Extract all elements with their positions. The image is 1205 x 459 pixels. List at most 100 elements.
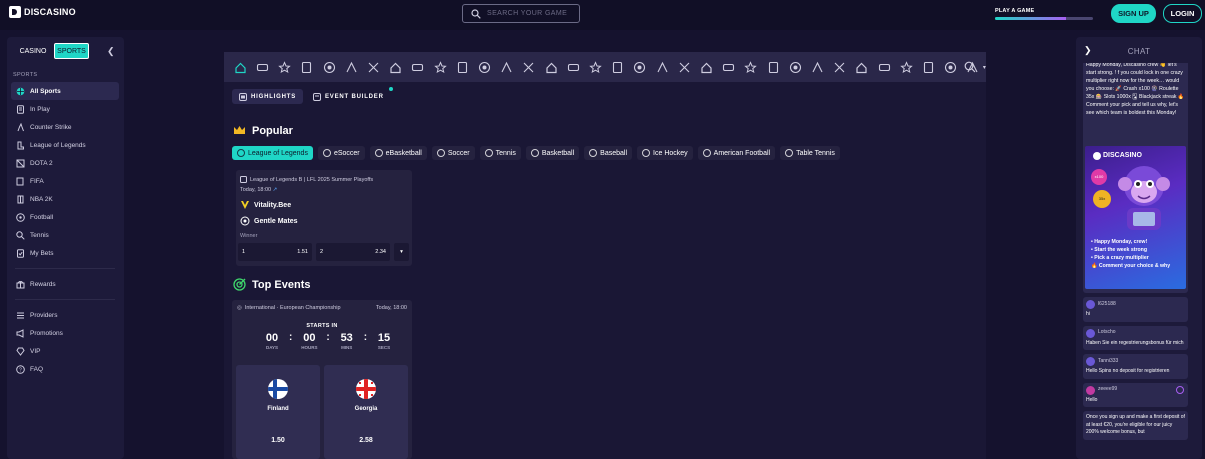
lol-icon[interactable]	[366, 60, 381, 75]
odd-button[interactable]: 2 2.34	[316, 243, 390, 261]
soldier-icon[interactable]	[344, 60, 359, 75]
boxing-icon[interactable]	[677, 60, 692, 75]
dota-icon[interactable]	[388, 60, 403, 75]
futsal-icon[interactable]	[921, 60, 936, 75]
sidebar-item-league-of-legends[interactable]: League of Legends	[11, 136, 119, 154]
search-bar[interactable]	[462, 4, 580, 23]
chip-tennis[interactable]: Tennis	[479, 146, 521, 160]
team1-odd-button[interactable]: Finland 1.50	[236, 365, 320, 459]
chevron-left-icon[interactable]: ❮	[107, 46, 115, 57]
play-game-progress[interactable]: PLAY A GAME	[995, 8, 1093, 20]
avatar[interactable]	[1086, 357, 1095, 366]
tab-highlights[interactable]: HIGHLIGHTS	[232, 89, 303, 104]
football-icon[interactable]	[455, 60, 470, 75]
sidebar-item-all-sports[interactable]: All Sports	[11, 82, 119, 100]
chip-table-tennis[interactable]: Table Tennis	[780, 146, 840, 160]
sidebar-item-vip[interactable]: VIP	[11, 342, 119, 360]
golf-icon[interactable]	[699, 60, 714, 75]
basketball-icon[interactable]	[499, 60, 514, 75]
sidebar-item-label: Providers	[30, 311, 58, 319]
monkey-mascot-icon	[1118, 166, 1170, 230]
pool-icon[interactable]	[877, 60, 892, 75]
sidebar-item-providers[interactable]: Providers	[11, 306, 119, 324]
top-event-card[interactable]: ◎ International · European Championship …	[232, 300, 412, 459]
chat-text: Haben Sie ein regestrierungsbonus für mi…	[1086, 339, 1184, 346]
countdown-hours: 00 HOURS	[297, 332, 321, 350]
snooker-icon[interactable]	[832, 60, 847, 75]
fifa-icon[interactable]	[411, 60, 426, 75]
chip-label: League of Legends	[248, 149, 308, 157]
sidebar-item-label: League of Legends	[30, 141, 86, 149]
chevron-down-icon[interactable]: ▾	[983, 64, 986, 71]
baseball-icon[interactable]	[522, 60, 537, 75]
tab-sports[interactable]: SPORTS	[54, 43, 89, 59]
sidebar-item-my-bets[interactable]: My Bets	[11, 244, 119, 262]
sub-tabs: HIGHLIGHTS EVENT BUILDER	[232, 87, 393, 104]
chat-message: Once you sign up and make a first deposi…	[1083, 411, 1188, 440]
volleyball-icon[interactable]	[610, 60, 625, 75]
rugby-icon[interactable]	[721, 60, 736, 75]
sidebar-item-counter-strike[interactable]: Counter Strike	[11, 118, 119, 136]
logo[interactable]: DISCASINO	[9, 6, 76, 18]
chip-ebasketball[interactable]: eBasketball	[369, 146, 427, 160]
top-events-title: Top Events	[252, 278, 311, 291]
login-button[interactable]: LOGIN	[1163, 4, 1202, 23]
nav-search-icon[interactable]	[964, 60, 976, 78]
nba-icon[interactable]	[433, 60, 448, 75]
popular-match-card[interactable]: League of Legends B | LFL 2025 Summer Pl…	[236, 170, 412, 266]
team2-odd-button[interactable]: Georgia 2.58	[324, 365, 408, 459]
globe-icon[interactable]	[322, 60, 337, 75]
sidebar-item-in-play[interactable]: In Play	[11, 100, 119, 118]
chip-esoccer[interactable]: eSoccer	[317, 146, 365, 160]
american-football-icon[interactable]	[566, 60, 581, 75]
hockey-icon[interactable]	[544, 60, 559, 75]
tab-casino[interactable]: CASINO	[15, 43, 51, 59]
chip-basketball[interactable]: Basketball	[525, 146, 580, 160]
darts-icon[interactable]	[766, 60, 781, 75]
water-polo-icon[interactable]	[899, 60, 914, 75]
sidebar-item-football[interactable]: Football	[11, 208, 119, 226]
avatar[interactable]	[1086, 385, 1095, 395]
chip-league-of-legends[interactable]: League of Legends	[232, 146, 313, 160]
promo-line: • Happy Monday, crew!	[1091, 239, 1148, 245]
sidebar-item-promotions[interactable]: Promotions	[11, 324, 119, 342]
coupon-icon[interactable]	[300, 60, 315, 75]
handball-icon[interactable]	[633, 60, 648, 75]
sidebar-item-fifa[interactable]: FIFA	[11, 172, 119, 190]
chip-american-football[interactable]: American Football	[697, 146, 776, 160]
home-icon[interactable]	[233, 60, 248, 75]
sidebar-item-label: Football	[30, 213, 54, 221]
more-markets-button[interactable]: ▾	[394, 243, 409, 261]
sidebar-list: All Sports In Play Counter Strike League of…	[11, 82, 119, 378]
sidebar-item-rewards[interactable]: Rewards	[11, 275, 119, 293]
avatar[interactable]	[1086, 328, 1095, 338]
chip-baseball[interactable]: Baseball	[584, 146, 633, 160]
sidebar-item-dota-2[interactable]: DOTA 2	[11, 154, 119, 172]
avatar[interactable]	[1086, 300, 1095, 309]
search-input[interactable]	[487, 10, 577, 17]
flag-icon[interactable]	[788, 60, 803, 75]
search-icon	[471, 8, 481, 19]
odd-button[interactable]: 1 1.51	[238, 243, 312, 261]
cricket-icon[interactable]	[855, 60, 870, 75]
badminton-icon[interactable]	[655, 60, 670, 75]
star-icon[interactable]	[277, 60, 292, 75]
chip-ice-hockey[interactable]: Ice Hockey	[637, 146, 693, 160]
esports-icon[interactable]	[255, 60, 270, 75]
table-tennis-icon[interactable]	[588, 60, 603, 75]
play-game-bar	[995, 17, 1093, 20]
sidebar-item-label: All Sports	[30, 87, 61, 95]
ufc-icon[interactable]	[810, 60, 825, 75]
chip-soccer[interactable]: Soccer	[431, 146, 475, 160]
sidebar-item-nba-2k[interactable]: NBA 2K	[11, 190, 119, 208]
sidebar-item-tennis[interactable]: Tennis	[11, 226, 119, 244]
odd-value: 2.34	[375, 249, 386, 255]
kabaddi-icon[interactable]	[944, 60, 959, 75]
cycling-icon[interactable]	[744, 60, 759, 75]
tennis-icon[interactable]	[477, 60, 492, 75]
tab-event-builder[interactable]: EVENT BUILDER	[306, 87, 393, 104]
sidebar-item-faq[interactable]: ? FAQ	[11, 360, 119, 378]
sign-up-button[interactable]: SIGN UP	[1111, 4, 1156, 23]
question-icon: ?	[16, 364, 25, 374]
countdown-separator: :	[326, 332, 330, 343]
